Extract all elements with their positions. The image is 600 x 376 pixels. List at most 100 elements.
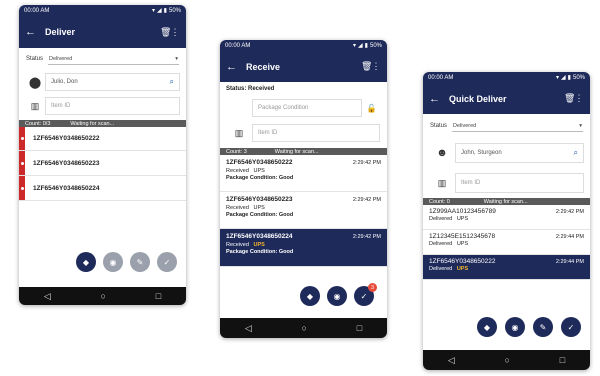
android-nav-bar: ◁ ○ □ bbox=[19, 287, 186, 305]
error-indicator bbox=[19, 151, 25, 175]
recents-nav-icon[interactable]: □ bbox=[357, 323, 362, 333]
list-item[interactable]: 1ZF6546Y0348650224 bbox=[19, 176, 186, 201]
home-nav-icon[interactable]: ○ bbox=[101, 291, 106, 301]
back-arrow-icon[interactable]: ← bbox=[25, 26, 39, 38]
list-item[interactable]: 1ZF6546Y0348650223 2:29:42 PM Received U… bbox=[220, 192, 387, 229]
recents-nav-icon[interactable]: □ bbox=[156, 291, 161, 301]
battery-level: 50% bbox=[572, 74, 585, 81]
signature-button[interactable]: ✎ bbox=[130, 252, 150, 272]
check-icon: ✓ bbox=[163, 257, 171, 267]
trash-icon[interactable]: 🗑 bbox=[160, 27, 171, 38]
home-nav-icon[interactable]: ○ bbox=[302, 323, 307, 333]
back-nav-icon[interactable]: ◁ bbox=[448, 355, 455, 366]
location-pin-icon: ⬤ bbox=[28, 76, 42, 89]
count-bar: Count: 0/3 Waiting for scan... bbox=[19, 120, 186, 127]
tag-button[interactable]: ◆ bbox=[300, 286, 320, 306]
back-arrow-icon[interactable]: ← bbox=[429, 93, 443, 105]
barcode-scan-icon[interactable]: ▥ bbox=[25, 101, 45, 112]
app-bar: ← Quick Deliver 🗑 ⋮ bbox=[423, 83, 590, 114]
list-item[interactable]: 1ZF6546Y0348650222 2:29:42 PM Received U… bbox=[220, 155, 387, 192]
more-menu-icon[interactable]: ⋮ bbox=[574, 93, 584, 104]
waiting-text: Waiting for scan... bbox=[70, 120, 115, 127]
page-title: Quick Deliver bbox=[449, 93, 507, 104]
app-bar: ← Deliver 🗑 ⋮ bbox=[19, 16, 186, 48]
wifi-icon: ▾ bbox=[152, 8, 156, 14]
tag-icon: ◆ bbox=[306, 291, 314, 301]
app-bar: ← Receive 🗑 ⋮ bbox=[220, 51, 387, 82]
battery-level: 50% bbox=[369, 42, 382, 49]
battery-level: 50% bbox=[168, 7, 181, 14]
status-line: Status: Received bbox=[226, 86, 275, 92]
recipient-field[interactable]: Julio, Don ⌕ bbox=[45, 73, 180, 91]
list-item[interactable]: 1Z999AA10123456789 2:29:42 PM Delivered … bbox=[423, 205, 590, 230]
status-bar: 00:00 AM ▾ ◢ ▮ 50% bbox=[19, 5, 186, 16]
status-bar: 00:00 AM ▾ ◢ ▮ 50% bbox=[220, 40, 387, 51]
item-id-input[interactable]: Item ID bbox=[252, 124, 380, 142]
camera-button[interactable]: ◉ bbox=[505, 317, 525, 337]
status-dropdown[interactable]: Delivered ▾ bbox=[48, 54, 179, 65]
phone-quick-deliver: 00:00 AM ▾ ◢ ▮ 50% ← Quick Deliver 🗑 ⋮ S… bbox=[423, 72, 590, 370]
page-title: Receive bbox=[246, 61, 281, 72]
back-arrow-icon[interactable]: ← bbox=[226, 61, 240, 73]
check-icon: ✓ bbox=[360, 291, 368, 301]
error-indicator bbox=[19, 127, 25, 150]
count-bar: Count: 3 Waiting for scan... bbox=[220, 148, 387, 155]
confirm-button[interactable]: ✓ bbox=[561, 317, 581, 337]
recipient-row: ☻ John, Sturgeon ⌕ bbox=[423, 138, 590, 168]
lock-icon[interactable]: 🔓 bbox=[362, 104, 381, 113]
item-id-input[interactable]: Item ID bbox=[455, 173, 584, 193]
chevron-down-icon: ▾ bbox=[175, 55, 178, 62]
signature-icon: ✎ bbox=[136, 257, 144, 267]
trash-icon[interactable]: 🗑 bbox=[564, 93, 575, 104]
confirm-button[interactable]: ✓ bbox=[157, 252, 177, 272]
camera-button[interactable]: ◉ bbox=[327, 286, 347, 306]
person-icon: ☻ bbox=[436, 147, 448, 159]
status-dropdown[interactable]: Delivered ▾ bbox=[452, 121, 583, 132]
signature-icon: ✎ bbox=[539, 322, 547, 332]
list-item-selected[interactable]: 1ZF6546Y0348650222 2:29:44 PM Delivered … bbox=[423, 255, 590, 280]
list-item[interactable]: 1ZF6546Y0348650222 bbox=[19, 127, 186, 151]
status-row: Status Delivered ▾ bbox=[423, 114, 590, 138]
camera-icon: ◉ bbox=[333, 291, 341, 301]
back-nav-icon[interactable]: ◁ bbox=[245, 323, 252, 334]
package-condition-input[interactable]: Package Condition bbox=[252, 99, 362, 117]
chevron-down-icon: ▾ bbox=[579, 122, 582, 129]
signal-icon: ◢ bbox=[358, 43, 363, 49]
recipient-field[interactable]: John, Sturgeon ⌕ bbox=[455, 143, 584, 163]
wifi-icon: ▾ bbox=[353, 43, 357, 49]
package-condition-row: Package Condition 🔓 bbox=[220, 96, 387, 120]
battery-icon: ▮ bbox=[364, 43, 368, 49]
count-text: Count: 0 bbox=[429, 198, 450, 205]
recents-nav-icon[interactable]: □ bbox=[560, 355, 565, 365]
list-item[interactable]: 1ZF6546Y0348650223 bbox=[19, 151, 186, 176]
list-item[interactable]: 1Z12345E1512345678 2:29:44 PM Delivered … bbox=[423, 230, 590, 255]
signal-icon: ◢ bbox=[157, 8, 162, 14]
camera-icon: ◉ bbox=[109, 257, 117, 267]
signature-button[interactable]: ✎ bbox=[533, 317, 553, 337]
more-menu-icon[interactable]: ⋮ bbox=[170, 27, 180, 38]
item-id-row: ▥ Item ID bbox=[423, 168, 590, 198]
item-id-input[interactable]: Item ID bbox=[45, 97, 180, 115]
count-text: Count: 0/3 bbox=[25, 120, 51, 127]
tag-icon: ◆ bbox=[483, 322, 491, 332]
android-nav-bar: ◁ ○ □ bbox=[423, 350, 590, 370]
tag-button[interactable]: ◆ bbox=[477, 317, 497, 337]
confirm-button[interactable]: ✓ 3 bbox=[354, 283, 377, 306]
back-nav-icon[interactable]: ◁ bbox=[44, 291, 51, 302]
search-icon[interactable]: ⌕ bbox=[170, 77, 174, 87]
count-badge: 3 bbox=[368, 283, 377, 292]
trash-icon[interactable]: 🗑 bbox=[361, 61, 372, 72]
error-indicator bbox=[19, 176, 25, 200]
more-menu-icon[interactable]: ⋮ bbox=[371, 61, 381, 72]
search-icon[interactable]: ⌕ bbox=[574, 148, 578, 158]
check-icon: ✓ bbox=[567, 322, 575, 332]
home-nav-icon[interactable]: ○ bbox=[505, 355, 510, 365]
barcode-scan-icon[interactable]: ▥ bbox=[226, 128, 252, 139]
phone-receive: 00:00 AM ▾ ◢ ▮ 50% ← Receive 🗑 ⋮ Status:… bbox=[220, 40, 387, 338]
tag-button[interactable]: ◆ bbox=[76, 252, 96, 272]
camera-button[interactable]: ◉ bbox=[103, 252, 123, 272]
list-item-selected[interactable]: 1ZF6546Y0348650224 2:29:42 PM Received U… bbox=[220, 229, 387, 267]
clock: 00:00 AM bbox=[225, 42, 251, 49]
barcode-scan-icon[interactable]: ▥ bbox=[429, 178, 455, 189]
clock: 00:00 AM bbox=[24, 7, 50, 14]
